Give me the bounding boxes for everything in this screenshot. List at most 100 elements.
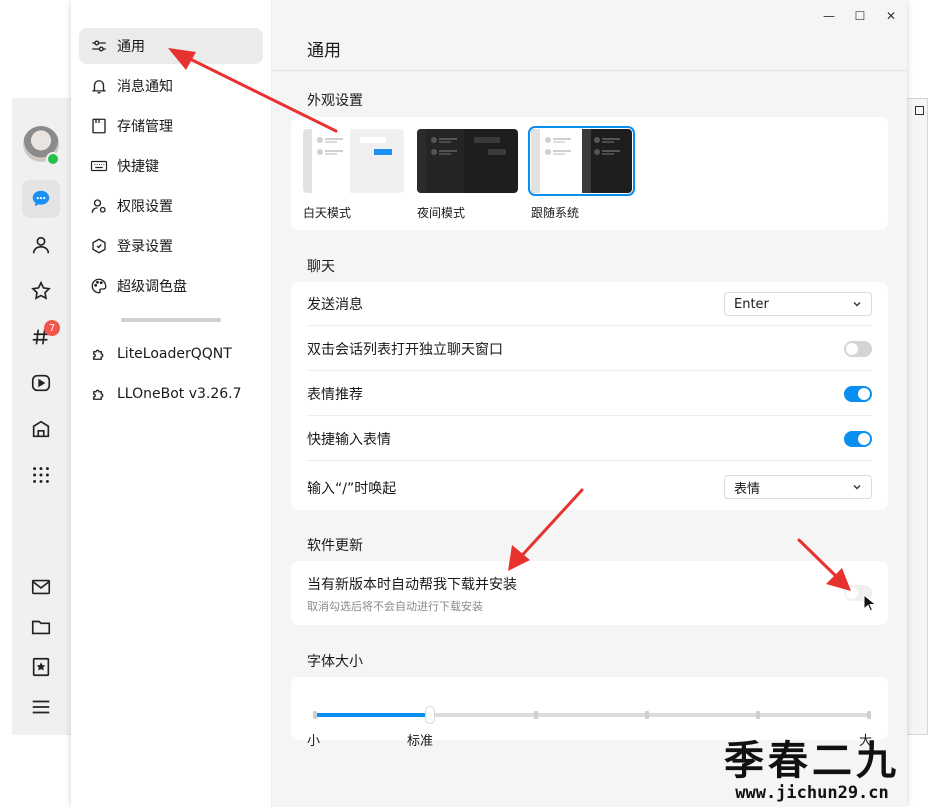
font-size-slider-fill (315, 713, 426, 717)
setting-row-send: 发送消息 Enter (291, 282, 888, 326)
page-title: 通用 (307, 41, 341, 61)
settings-main: — ☐ ✕ 通用 外观设置 白天模式 夜间模式 跟随系统 聊天 发送消息 Ent… (272, 0, 907, 807)
sidebar-item-label: 超级调色盘 (117, 279, 187, 295)
sidebar-item-storage[interactable]: 存储管理 (79, 108, 263, 144)
close-button[interactable]: ✕ (883, 8, 899, 24)
palette-icon (89, 276, 109, 296)
sticker-suggest-toggle[interactable] (844, 386, 872, 402)
theme-system[interactable]: 跟随系统 (528, 126, 635, 220)
chevron-down-icon (853, 485, 861, 490)
update-card: 当有新版本时自动帮我下载并安装 取消勾选后将不会自动进行下载安装 (291, 561, 888, 625)
font-size-min-label: 小 (307, 734, 321, 749)
chat-section-title: 聊天 (307, 259, 335, 275)
video-icon[interactable] (28, 370, 54, 396)
watermark-title: 季春二九 (724, 737, 900, 784)
maximize-button[interactable]: ☐ (852, 8, 868, 24)
sticker-suggest-label: 表情推荐 (307, 387, 363, 403)
sidebar-item-general[interactable]: 通用 (79, 28, 263, 64)
setting-row-quick-sticker: 快捷输入表情 (291, 417, 888, 461)
setting-row-slash: 输入“/”时唤起 表情 (291, 463, 888, 510)
quick-sticker-toggle[interactable] (844, 431, 872, 447)
send-label: 发送消息 (307, 297, 363, 313)
slider-tick (313, 711, 317, 719)
row-divider (307, 370, 872, 371)
setting-row-sticker-suggest: 表情推荐 (291, 372, 888, 416)
sidebar-item-label: 登录设置 (117, 239, 173, 255)
appearance-card: 白天模式 夜间模式 跟随系统 (291, 117, 888, 230)
font-size-standard-label: 标准 (407, 734, 434, 749)
send-key-select[interactable]: Enter (724, 292, 872, 316)
contacts-icon[interactable] (28, 232, 54, 258)
bookmark-icon[interactable] (28, 654, 54, 680)
bell-icon (89, 76, 109, 96)
watermark: 季春二九 www.jichun29.cn (724, 737, 900, 804)
puzzle-icon (89, 384, 109, 404)
minimize-button[interactable]: — (821, 8, 837, 24)
sidebar-item-notifications[interactable]: 消息通知 (79, 68, 263, 104)
channel-badge: 7 (44, 320, 60, 336)
chat-card: 发送消息 Enter 双击会话列表打开独立聊天窗口 表情推荐 快捷输入表情 输入… (291, 282, 888, 510)
menu-icon[interactable] (28, 694, 54, 720)
slash-value: 表情 (734, 481, 761, 497)
sidebar-item-label: 消息通知 (117, 79, 173, 95)
favorites-icon[interactable] (28, 278, 54, 304)
send-key-value: Enter (734, 296, 769, 312)
sidebar-item-label: LiteLoaderQQNT (117, 346, 232, 362)
theme-dark-preview (417, 129, 518, 193)
keyboard-icon (89, 156, 109, 176)
sidebar-item-label: 存储管理 (117, 119, 173, 135)
sidebar-divider (121, 318, 221, 322)
theme-system-preview (528, 126, 635, 196)
chevron-down-icon (853, 302, 861, 307)
shield-icon (89, 236, 109, 256)
sidebar-item-login[interactable]: 登录设置 (79, 228, 263, 264)
theme-system-label: 跟随系统 (531, 206, 580, 220)
slider-tick (534, 711, 538, 719)
slider-tick (867, 711, 871, 719)
theme-light-label: 白天模式 (303, 206, 352, 220)
apps-grid-icon[interactable] (28, 462, 54, 488)
game-icon[interactable] (28, 416, 54, 442)
settings-window: 通用 消息通知 存储管理 快捷键 权限设置 登录设置 超级调色盘 LiteLoa… (71, 0, 907, 807)
update-section-title: 软件更新 (307, 538, 363, 554)
row-divider (307, 325, 872, 326)
sidebar-item-permissions[interactable]: 权限设置 (79, 188, 263, 224)
slash-select[interactable]: 表情 (724, 475, 872, 499)
slash-label: 输入“/”时唤起 (307, 481, 397, 497)
title-divider (272, 70, 907, 71)
theme-dark-label: 夜间模式 (417, 206, 466, 220)
setting-row-open-window: 双击会话列表打开独立聊天窗口 (291, 327, 888, 371)
sidebar-item-palette[interactable]: 超级调色盘 (79, 268, 263, 304)
auto-update-label: 当有新版本时自动帮我下载并安装 (307, 577, 517, 593)
sidebar-item-label: 权限设置 (117, 199, 173, 215)
font-size-slider-handle[interactable] (424, 706, 435, 724)
theme-dark[interactable]: 夜间模式 (417, 129, 518, 220)
mail-icon[interactable] (28, 574, 54, 600)
slider-tick (756, 711, 760, 719)
sidebar-item-label: 快捷键 (117, 159, 159, 175)
watermark-url: www.jichun29.cn (735, 783, 889, 803)
puzzle-icon (89, 344, 109, 364)
open-window-label: 双击会话列表打开独立聊天窗口 (307, 342, 503, 358)
theme-light-preview (303, 129, 404, 193)
sidebar-item-label: 通用 (117, 39, 145, 55)
auto-update-description: 取消勾选后将不会自动进行下载安装 (307, 600, 483, 613)
row-divider (307, 415, 872, 416)
settings-sidebar: 通用 消息通知 存储管理 快捷键 权限设置 登录设置 超级调色盘 LiteLoa… (71, 0, 272, 807)
slider-tick (645, 711, 649, 719)
sidebar-item-llonebot[interactable]: LLOneBot v3.26.7 (79, 376, 263, 412)
user-lock-icon (89, 196, 109, 216)
storage-icon (89, 116, 109, 136)
sidebar-item-liteloader[interactable]: LiteLoaderQQNT (79, 336, 263, 372)
folder-icon[interactable] (28, 614, 54, 640)
sidebar-item-shortcuts[interactable]: 快捷键 (79, 148, 263, 184)
quick-sticker-label: 快捷输入表情 (307, 432, 391, 448)
theme-light[interactable]: 白天模式 (303, 129, 404, 220)
appearance-section-title: 外观设置 (307, 93, 363, 109)
mouse-cursor-icon (863, 594, 877, 612)
background-window-maximize-icon[interactable] (915, 106, 924, 115)
main-nav-rail: 7 (12, 98, 70, 735)
open-window-toggle[interactable] (844, 341, 872, 357)
chat-icon[interactable] (28, 186, 54, 212)
font-size-card: 小 标准 大 (291, 677, 888, 749)
